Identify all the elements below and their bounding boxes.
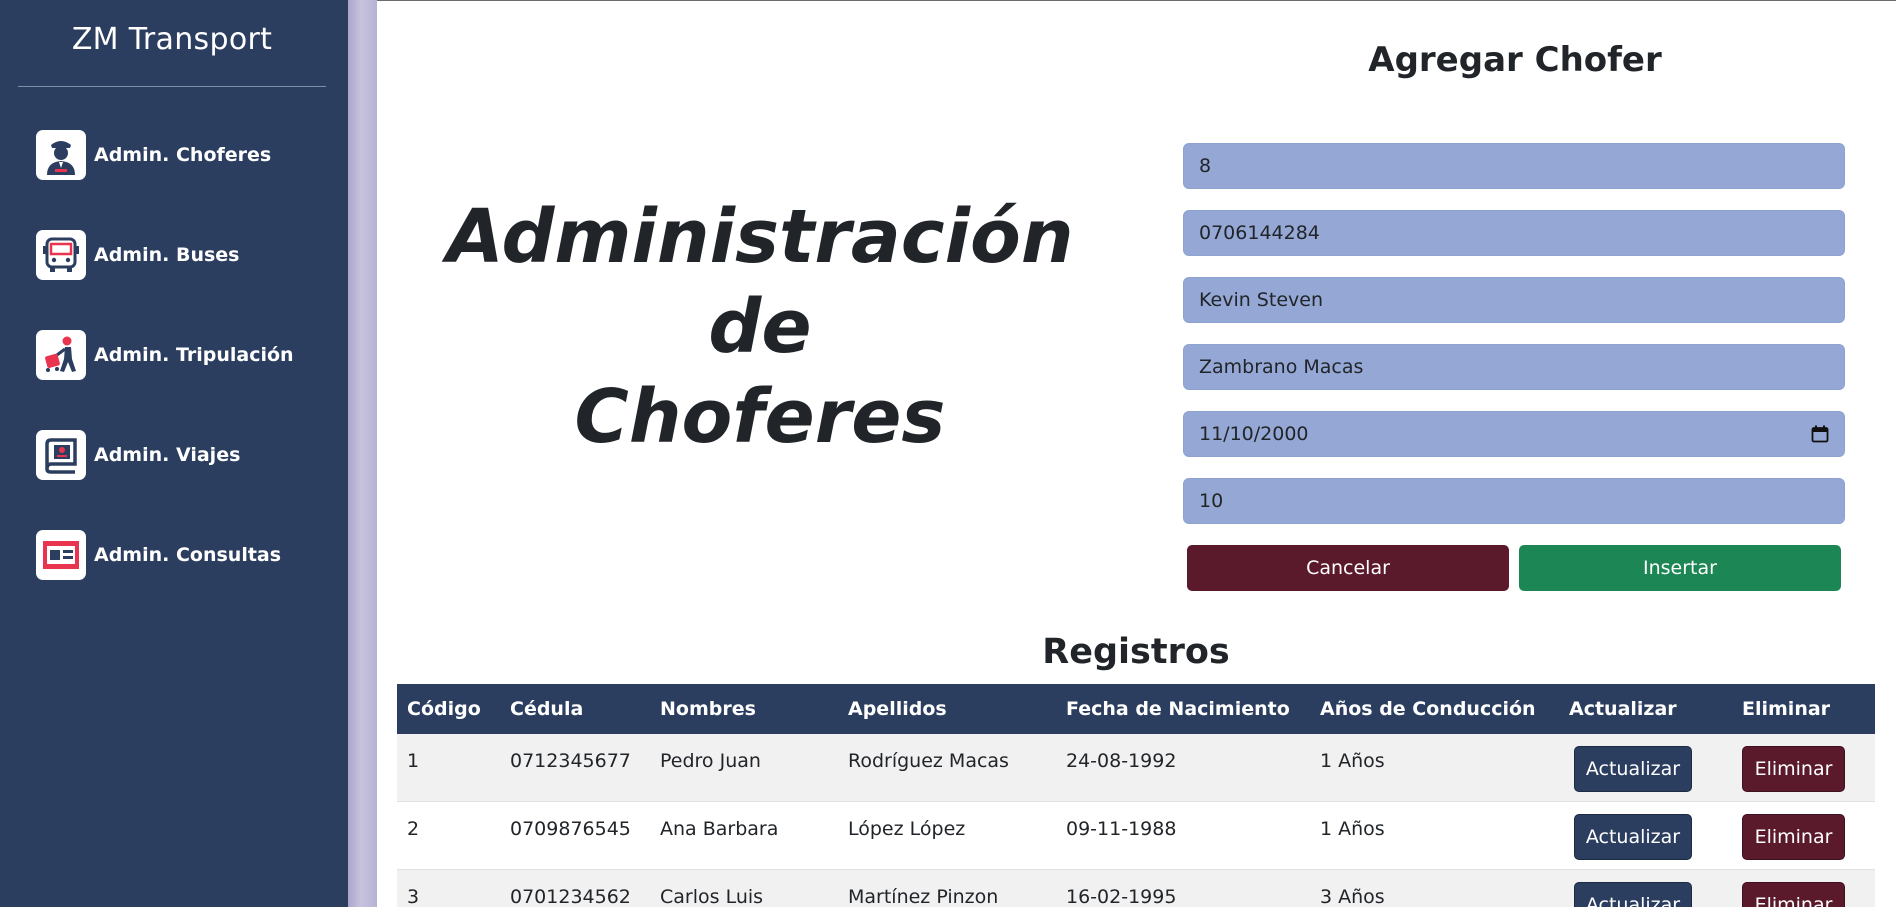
codigo-input[interactable]: [1199, 155, 1829, 177]
cell-cedula: 0712345677: [510, 750, 631, 772]
cell-cedula: 0709876545: [510, 818, 631, 840]
sidebar-item-tripulacion[interactable]: Admin. Tripulación: [36, 329, 294, 381]
nombres-input[interactable]: [1199, 289, 1829, 311]
apellidos-input[interactable]: [1199, 356, 1829, 378]
table-row: 1 0712345677 Pedro Juan Rodríguez Macas …: [397, 734, 1875, 801]
page-title-line: Choferes: [574, 374, 946, 460]
sidebar-item-label: Admin. Choferes: [94, 144, 272, 166]
nombres-field[interactable]: [1183, 277, 1845, 323]
cell-fecha: 24-08-1992: [1066, 750, 1177, 772]
page-title-line: de: [708, 284, 812, 370]
bus-icon: [36, 230, 86, 280]
column-header: Actualizar: [1569, 698, 1677, 720]
cedula-input[interactable]: [1199, 222, 1829, 244]
cell-nombres: Ana Barbara: [660, 818, 779, 840]
table-row: 3 0701234562 Carlos Luis Martínez Pinzon…: [397, 870, 1875, 907]
sidebar-item-label: Admin. Tripulación: [94, 344, 294, 366]
anios-conduccion-field[interactable]: [1183, 478, 1845, 524]
insert-button[interactable]: Insertar: [1519, 545, 1841, 591]
brand-divider: [18, 86, 326, 87]
column-header: Código: [407, 698, 481, 720]
column-header: Eliminar: [1742, 698, 1831, 720]
sidebar: ZM Transport Admin. Choferes Admin. Buse…: [0, 0, 348, 907]
column-header: Cédula: [510, 698, 584, 720]
fecha-nacimiento-field[interactable]: 11/10/2000: [1183, 411, 1845, 457]
cell-nombres: Carlos Luis: [660, 886, 764, 907]
update-button[interactable]: Actualizar: [1574, 882, 1692, 907]
queries-icon: [36, 530, 86, 580]
cell-codigo: 2: [407, 818, 420, 840]
apellidos-field[interactable]: [1183, 344, 1845, 390]
cell-codigo: 1: [407, 750, 420, 772]
cell-fecha: 16-02-1995: [1066, 886, 1177, 907]
fecha-nacimiento-value: 11/10/2000: [1199, 423, 1309, 445]
records-title: Registros: [1042, 632, 1230, 672]
cedula-field[interactable]: [1183, 210, 1845, 256]
sidebar-item-label: Admin. Buses: [94, 244, 240, 266]
cell-nombres: Pedro Juan: [660, 750, 761, 772]
brand-title: ZM Transport: [71, 22, 273, 57]
sidebar-item-label: Admin. Viajes: [94, 444, 241, 466]
cell-anios: 1 Años: [1320, 818, 1385, 840]
cell-anios: 3 Años: [1320, 886, 1385, 907]
column-header: Apellidos: [848, 698, 947, 720]
driver-icon: [36, 130, 86, 180]
cell-codigo: 3: [407, 886, 420, 907]
delete-button[interactable]: Eliminar: [1742, 746, 1845, 792]
sidebar-item-label: Admin. Consultas: [94, 544, 282, 566]
page-title-line: Administración: [446, 194, 1074, 280]
codigo-field[interactable]: [1183, 143, 1845, 189]
cell-apellidos: López López: [848, 818, 966, 840]
delete-button[interactable]: Eliminar: [1742, 882, 1845, 907]
sidebar-item-buses[interactable]: Admin. Buses: [36, 229, 240, 281]
cell-anios: 1 Años: [1320, 750, 1385, 772]
delete-button[interactable]: Eliminar: [1742, 814, 1845, 860]
crew-icon: [36, 330, 86, 380]
table-header: Código Cédula Nombres Apellidos Fecha de…: [397, 684, 1875, 734]
cell-fecha: 09-11-1988: [1066, 818, 1177, 840]
cell-cedula: 0701234562: [510, 886, 631, 907]
table-row: 2 0709876545 Ana Barbara López López 09-…: [397, 802, 1875, 869]
page-title: Administración de Choferes: [440, 192, 1080, 462]
sidebar-item-choferes[interactable]: Admin. Choferes: [36, 129, 271, 181]
cell-apellidos: Martínez Pinzon: [848, 886, 999, 907]
column-header: Fecha de Nacimiento: [1066, 698, 1290, 720]
cell-apellidos: Rodríguez Macas: [848, 750, 1009, 772]
column-header: Nombres: [660, 698, 756, 720]
column-header: Años de Conducción: [1320, 698, 1536, 720]
update-button[interactable]: Actualizar: [1574, 814, 1692, 860]
calendar-icon[interactable]: [1811, 425, 1829, 448]
sidebar-item-consultas[interactable]: Admin. Consultas: [36, 529, 281, 581]
cancel-button[interactable]: Cancelar: [1187, 545, 1509, 591]
update-button[interactable]: Actualizar: [1574, 746, 1692, 792]
anios-conduccion-input[interactable]: [1199, 490, 1829, 512]
trips-icon: [36, 430, 86, 480]
sidebar-item-viajes[interactable]: Admin. Viajes: [36, 429, 240, 481]
decorative-stripe: [348, 0, 377, 907]
form-title: Agregar Chofer: [1368, 40, 1662, 80]
